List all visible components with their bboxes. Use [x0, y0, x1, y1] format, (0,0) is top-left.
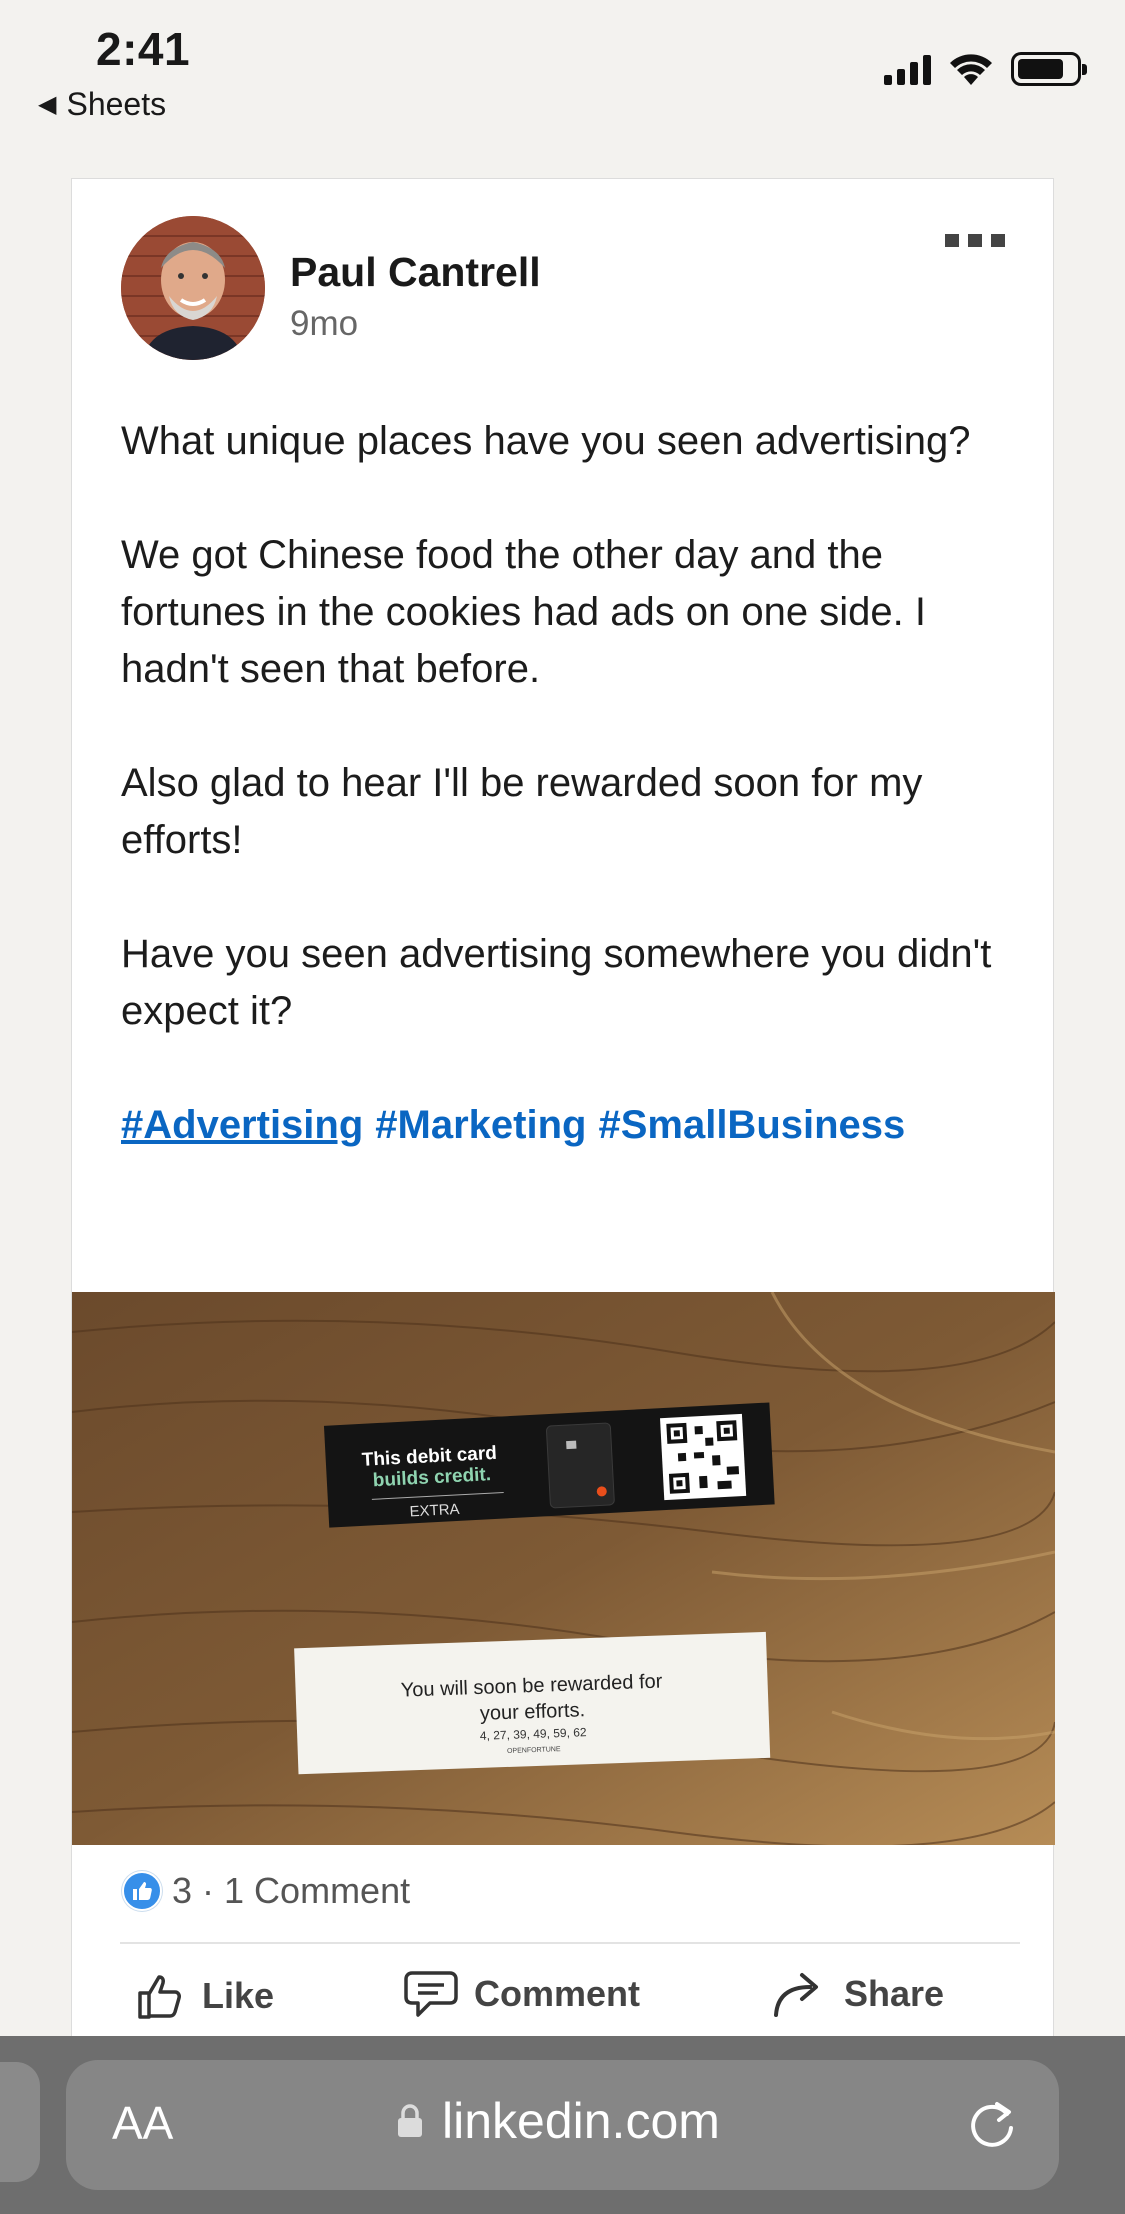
- separator-dot: ·: [202, 1870, 215, 1911]
- post-paragraph: Also glad to hear I'll be rewarded soon …: [121, 761, 923, 862]
- status-bar: 2:41 ◀ Sheets: [0, 0, 1125, 140]
- ad-brand: EXTRA: [409, 1501, 460, 1521]
- back-to-app-button[interactable]: ◀ Sheets: [38, 86, 166, 123]
- hashtag-marketing[interactable]: #Marketing: [375, 1097, 586, 1154]
- comment-count[interactable]: 1 Comment: [224, 1870, 410, 1912]
- post-card: Paul Cantrell 9mo What unique places hav…: [71, 178, 1055, 2038]
- thumbs-up-icon: [138, 1975, 181, 2019]
- lock-icon: [398, 2104, 422, 2137]
- share-arrow-icon: [774, 1973, 818, 2017]
- post-body: What unique places have you seen adverti…: [121, 413, 1021, 1154]
- status-icons: [884, 52, 1087, 86]
- comment-icon: [404, 1971, 458, 2017]
- post-time: 9mo: [290, 304, 359, 343]
- social-counts[interactable]: 3 · 1 Comment: [122, 1870, 410, 1912]
- battery-icon: [1011, 52, 1087, 86]
- address-bar[interactable]: AA linkedin.com: [66, 2060, 1059, 2190]
- text-size-button[interactable]: AA: [112, 2096, 173, 2150]
- comment-button[interactable]: Comment: [402, 1969, 640, 2019]
- url-text: linkedin.com: [442, 2093, 720, 2149]
- author-name[interactable]: Paul Cantrell: [290, 249, 541, 296]
- back-app-label: Sheets: [66, 86, 167, 122]
- reload-button[interactable]: [967, 2098, 1019, 2157]
- text-size-label: AA: [112, 2097, 174, 2149]
- like-label: Like: [202, 1975, 275, 2016]
- author-avatar[interactable]: [121, 216, 265, 360]
- share-button[interactable]: Share: [772, 1969, 944, 2019]
- hashtag-smallbusiness[interactable]: #SmallBusiness: [598, 1097, 905, 1154]
- post-image[interactable]: This debit card builds credit. EXTRA You…: [72, 1292, 1055, 1845]
- comment-label: Comment: [474, 1973, 641, 2014]
- like-button[interactable]: Like: [134, 1969, 274, 2023]
- browser-toolbar: AA linkedin.com: [0, 2036, 1125, 2214]
- post-paragraph: We got Chinese food the other day and th…: [121, 533, 926, 691]
- hashtags: #Advertising #Marketing #SmallBusiness: [121, 1097, 1021, 1154]
- fortune-text-line2: your efforts.: [480, 1699, 586, 1725]
- reaction-count[interactable]: 3: [172, 1870, 192, 1912]
- wifi-icon: [950, 54, 992, 85]
- previous-tab-edge[interactable]: [0, 2062, 40, 2182]
- share-label: Share: [844, 1973, 945, 2014]
- url-display[interactable]: linkedin.com: [396, 2092, 720, 2150]
- post-paragraph: Have you seen advertising somewhere you …: [121, 932, 992, 1033]
- cellular-signal-icon: [884, 53, 931, 85]
- like-reaction-icon: [122, 1871, 162, 1911]
- divider: [120, 1942, 1020, 1944]
- reload-icon: [971, 2102, 1013, 2147]
- hashtag-advertising[interactable]: #Advertising: [121, 1097, 363, 1154]
- more-options-icon[interactable]: [945, 234, 1005, 247]
- post-paragraph: What unique places have you seen adverti…: [121, 419, 971, 463]
- clock: 2:41: [96, 23, 191, 75]
- back-triangle-icon: ◀: [38, 91, 57, 118]
